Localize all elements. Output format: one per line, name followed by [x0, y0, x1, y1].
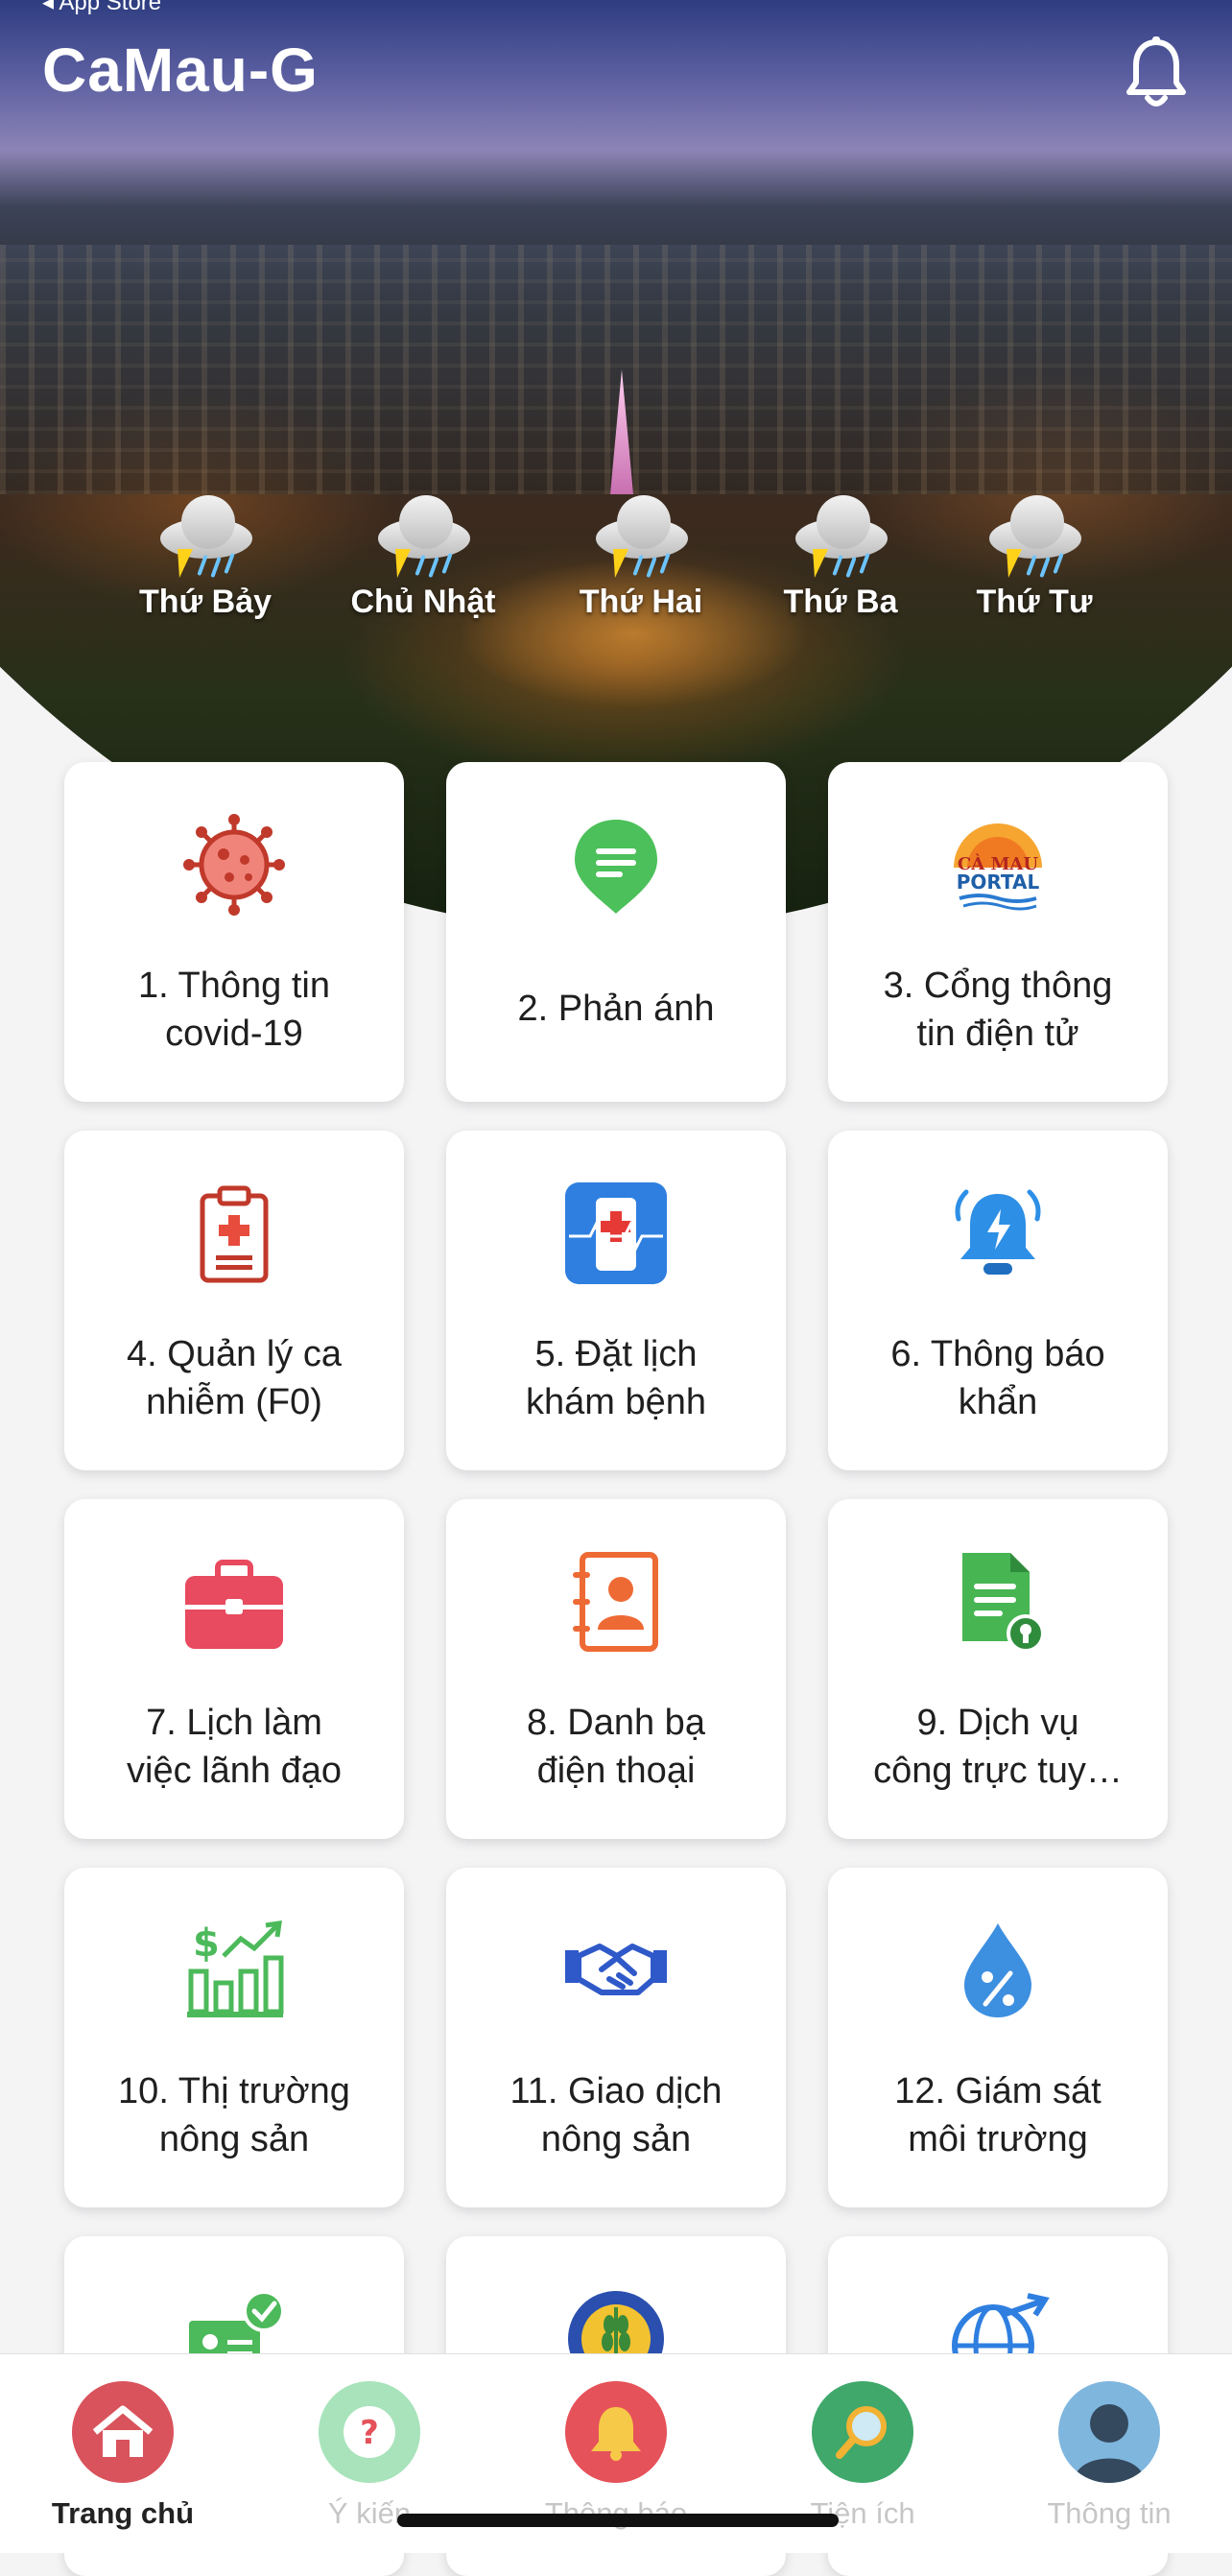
tile-label: 9. Dịch vụ công trực tuy…: [873, 1703, 1123, 1791]
bell-icon: [1126, 36, 1186, 107]
thunderstorm-cloud-icon: [370, 489, 476, 582]
svg-text:PORTAL: PORTAL: [957, 871, 1040, 894]
tile-label: 10. Thị trường nông sản: [118, 2071, 350, 2159]
briefcase-icon: [185, 1560, 283, 1649]
tile-agri-market[interactable]: $ 10. Thị trường nông sản: [64, 1868, 404, 2207]
nav-notifications[interactable]: Thông báo: [510, 2381, 722, 2531]
weather-day-monday: Thứ Hai: [555, 489, 727, 621]
tile-e-portal[interactable]: CÀ MAU PORTAL 3. Cổng thông tin điện tử: [828, 762, 1168, 1102]
tile-label: 3. Cổng thông tin điện tử: [883, 966, 1113, 1054]
weather-day-sunday: Chủ Nhật: [337, 489, 509, 621]
tile-f0-management[interactable]: 4. Quản lý ca nhiễm (F0): [64, 1131, 404, 1470]
tile-feedback[interactable]: 2. Phản ánh: [446, 762, 786, 1102]
contact-book-icon: [573, 1552, 658, 1652]
nav-utilities[interactable]: Tiện ích: [757, 2381, 968, 2531]
user-avatar-icon: [1058, 2381, 1160, 2483]
thunderstorm-cloud-icon: [153, 489, 258, 582]
camau-portal-logo: CÀ MAU PORTAL: [954, 823, 1042, 911]
alarm-bell-icon: [955, 1189, 1041, 1275]
tile-online-public-service[interactable]: 9. Dịch vụ công trực tuy…: [828, 1499, 1168, 1839]
phone-medical-icon: [565, 1182, 667, 1284]
nav-label: Trang chủ: [51, 2496, 195, 2530]
svg-text:$: $: [193, 1921, 220, 1966]
handshake-icon: [565, 1944, 667, 1995]
weather-day-label: Thứ Ba: [783, 584, 898, 620]
weather-day-label: Thứ Tư: [976, 584, 1093, 620]
tile-phone-directory[interactable]: 8. Danh bạ điện thoại: [446, 1499, 786, 1839]
tile-environment-monitor[interactable]: 12. Giám sát môi trường: [828, 1868, 1168, 2207]
tile-label: 6. Thông báo khẩn: [890, 1334, 1105, 1422]
tile-label: 8. Danh bạ điện thoại: [527, 1703, 705, 1791]
feedback-pin-icon: [575, 820, 657, 914]
thunderstorm-cloud-icon: [788, 489, 893, 582]
weather-day-label: Thứ Hai: [579, 584, 703, 620]
tile-label: 5. Đặt lịch khám bệnh: [525, 1334, 706, 1422]
bell-icon: [565, 2381, 667, 2483]
home-indicator[interactable]: [397, 2514, 839, 2527]
search-icon: [812, 2381, 913, 2483]
home-icon: [72, 2381, 174, 2483]
tile-label: 7. Lịch làm việc lãnh đạo: [127, 1703, 342, 1791]
weather-day-label: Thứ Bảy: [139, 584, 272, 620]
tile-agri-trading[interactable]: 11. Giao dịch nông sản: [446, 1868, 786, 2207]
market-chart-icon: $: [187, 1920, 284, 2017]
app-title: CaMau-G: [42, 36, 319, 105]
svg-text:?: ?: [360, 2414, 379, 2452]
weather-day-label: Chủ Nhật: [350, 584, 496, 620]
tile-medical-booking[interactable]: 5. Đặt lịch khám bệnh: [446, 1131, 786, 1470]
tile-emergency-alert[interactable]: 6. Thông báo khẩn: [828, 1131, 1168, 1470]
document-check-icon: [962, 1553, 1045, 1653]
tile-label: 4. Quản lý ca nhiễm (F0): [127, 1334, 342, 1422]
tile-leadership-schedule[interactable]: 7. Lịch làm việc lãnh đạo: [64, 1499, 404, 1839]
nav-home[interactable]: Trang chủ: [17, 2381, 228, 2531]
nav-profile[interactable]: Thông tin: [1004, 2381, 1215, 2531]
tile-covid-info[interactable]: 1. Thông tin covid-19: [64, 762, 404, 1102]
thunderstorm-cloud-icon: [588, 489, 694, 582]
tile-label: 12. Giám sát môi trường: [894, 2071, 1102, 2159]
back-to-app-store[interactable]: ◂ App Store: [42, 0, 161, 16]
thunderstorm-cloud-icon: [982, 489, 1087, 582]
tile-label: 11. Giao dịch nông sản: [509, 2071, 723, 2159]
weather-day-saturday: Thứ Bảy: [119, 489, 292, 621]
nav-label: Thông tin: [1047, 2496, 1172, 2530]
tile-label: 2. Phản ánh: [517, 989, 715, 1029]
notification-bell-button[interactable]: [1125, 36, 1188, 109]
question-icon: ?: [319, 2381, 420, 2483]
weather-day-tuesday: Thứ Ba: [754, 489, 927, 621]
medical-clipboard-icon: [200, 1185, 269, 1283]
water-drop-percent-icon: [964, 1923, 1031, 2017]
nav-feedback[interactable]: ? Ý kiến: [264, 2381, 475, 2531]
weather-day-wednesday: Thứ Tư: [948, 489, 1121, 621]
tile-label: 1. Thông tin covid-19: [137, 966, 330, 1054]
virus-icon: [183, 814, 285, 916]
